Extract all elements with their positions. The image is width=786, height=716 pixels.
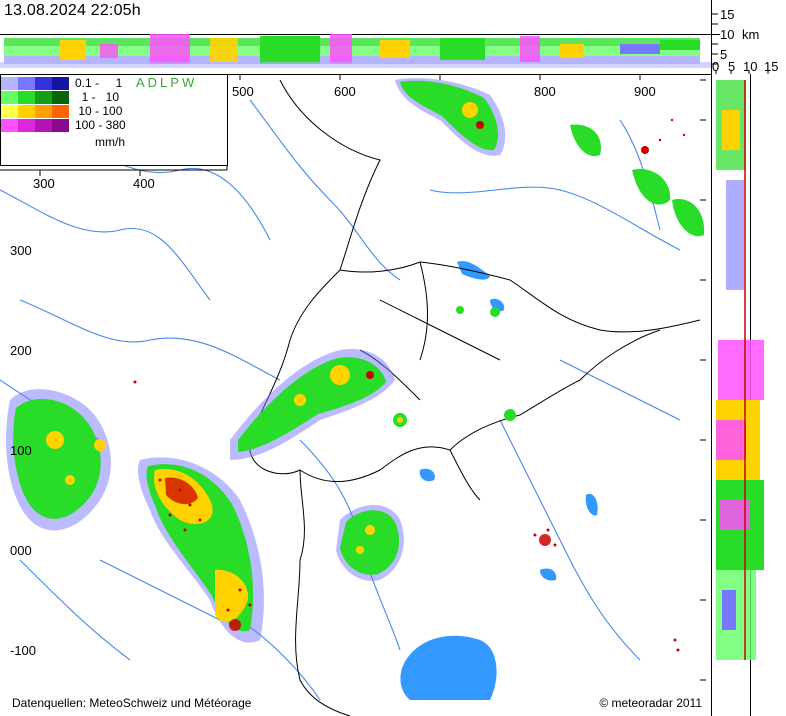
- legend-swatch-row: [1, 91, 71, 104]
- legend-swatch: [52, 91, 69, 104]
- height-tick-label: 10: [720, 27, 734, 42]
- legend-swatch: [35, 105, 52, 118]
- legend-swatch: [35, 77, 52, 90]
- y-tick-label: 000: [10, 543, 32, 558]
- x-tick-label: 300: [33, 176, 55, 191]
- legend-swatch-row: [1, 105, 71, 118]
- legend-label: 100 - 380: [75, 118, 126, 132]
- legend-label: 1 - 10: [75, 90, 120, 104]
- legend-swatch: [52, 77, 69, 90]
- legend-swatch: [35, 91, 52, 104]
- legend-swatch: [1, 91, 18, 104]
- legend-swatch: [18, 119, 35, 132]
- legend-swatch: [1, 119, 18, 132]
- data-source-credit: Datenquellen: MeteoSchweiz und Météorage: [12, 696, 252, 710]
- lakes: [400, 261, 598, 700]
- x-tick-label: 400: [133, 176, 155, 191]
- legend-swatch: [18, 105, 35, 118]
- legend-swatch: [18, 91, 35, 104]
- legend-swatch: [52, 105, 69, 118]
- x-tick-label: 500: [232, 84, 254, 99]
- y-tick-label: 200: [10, 343, 32, 358]
- station-codes: ADLPW: [136, 75, 198, 90]
- legend-swatch-row: [1, 119, 71, 132]
- height-tick-label: 15: [720, 7, 734, 22]
- side-tick-label: 5: [728, 59, 735, 74]
- legend-swatch: [52, 119, 69, 132]
- legend-unit: mm/h: [95, 135, 125, 149]
- x-tick-label: 900: [634, 84, 656, 99]
- side-tick-label: 10: [743, 59, 757, 74]
- y-tick-label: 300: [10, 243, 32, 258]
- timestamp: 13.08.2024 22:05h: [4, 2, 141, 19]
- side-tick-label: 15: [764, 59, 778, 74]
- copyright-credit: © meteoradar 2011: [599, 696, 702, 710]
- height-tick-label: 5: [720, 47, 727, 62]
- legend-label: 0.1 - 1: [75, 76, 123, 90]
- legend-swatch: [18, 77, 35, 90]
- side-tick-label: 0: [712, 59, 719, 74]
- x-tick-label: 600: [334, 84, 356, 99]
- height-unit-label: km: [742, 27, 759, 42]
- radar-map: 300 400 500 600 800 900 300 200 100 000 …: [0, 0, 786, 716]
- y-tick-label: 100: [10, 443, 32, 458]
- legend-swatch-row: [1, 77, 71, 90]
- legend-swatch: [35, 119, 52, 132]
- height-profile-right: [716, 80, 764, 660]
- legend-label: 10 - 100: [75, 104, 123, 118]
- height-profile-top: [0, 34, 711, 68]
- x-tick-label: 800: [534, 84, 556, 99]
- legend-swatch: [1, 77, 18, 90]
- legend-swatch: [1, 105, 18, 118]
- y-tick-label: -100: [10, 643, 36, 658]
